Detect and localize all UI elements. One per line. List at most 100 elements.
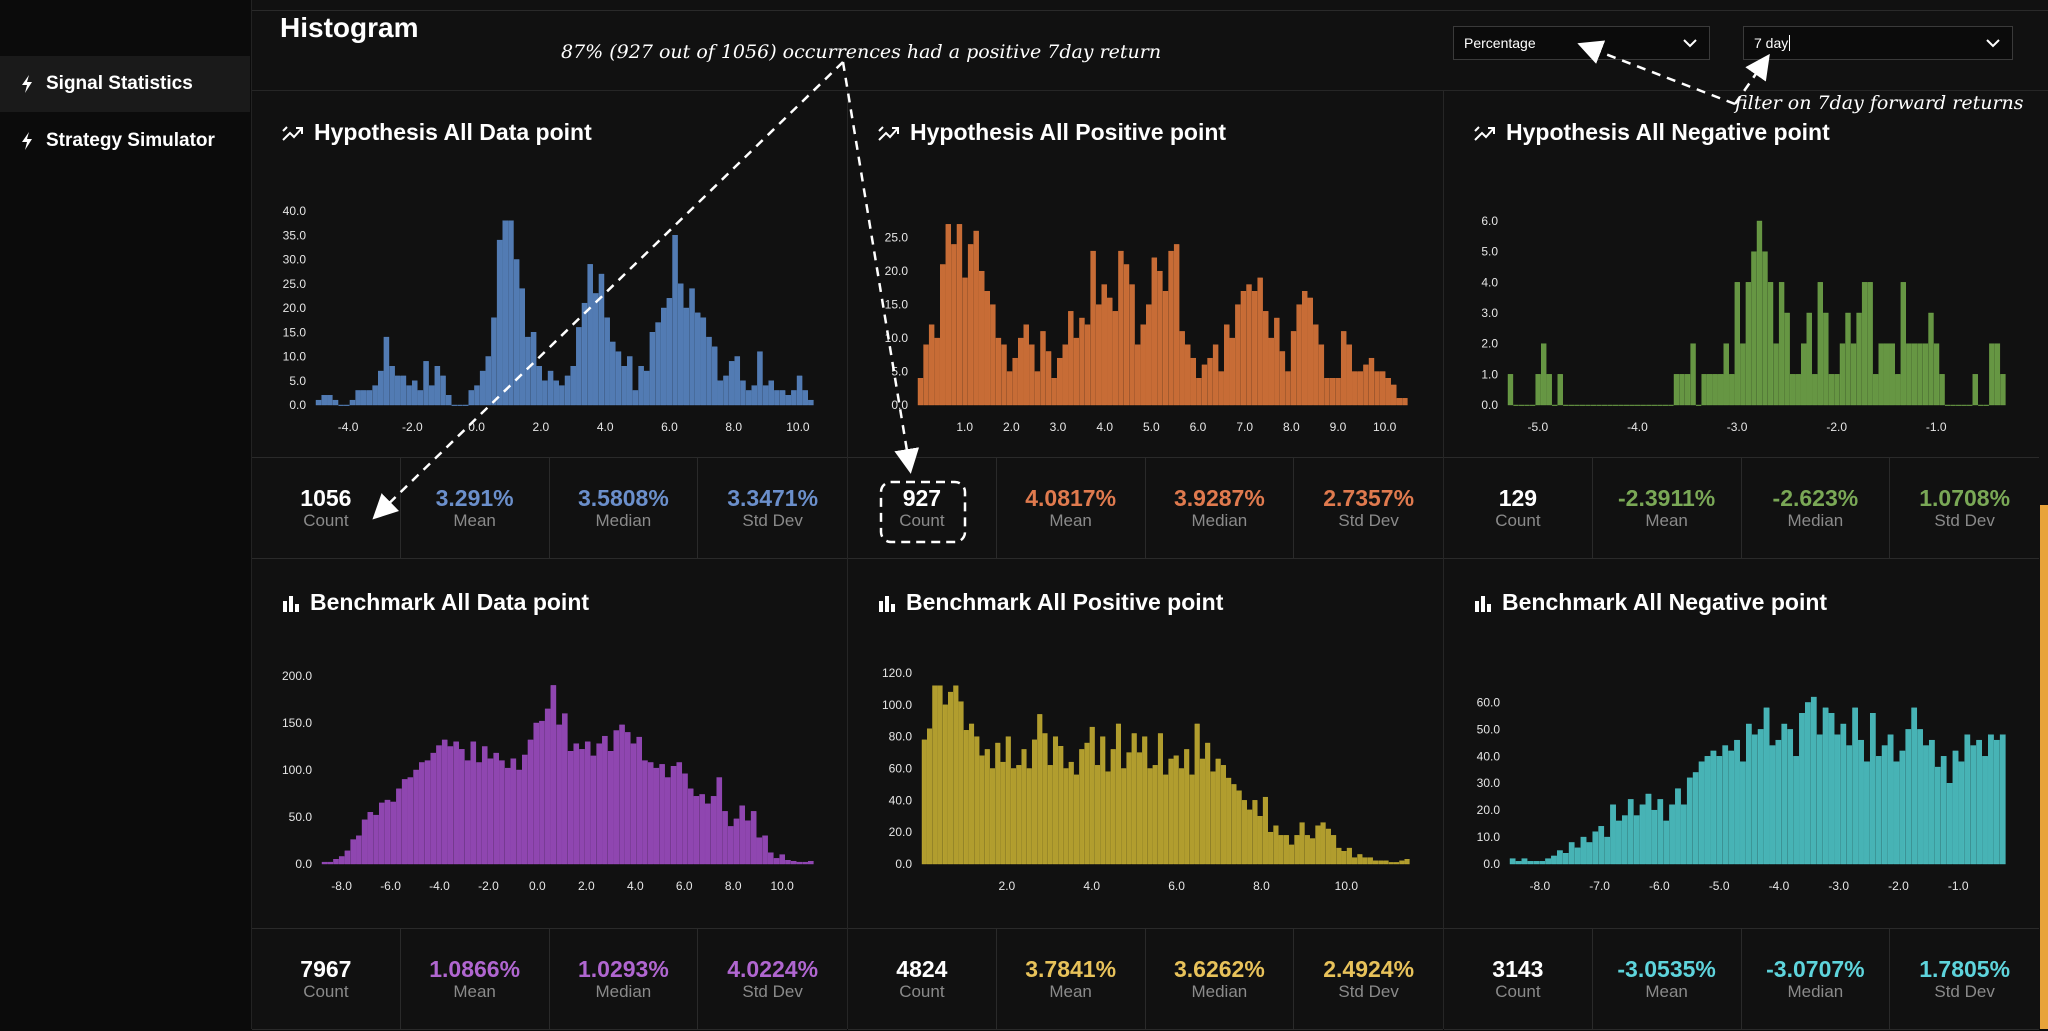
histogram-bar (1867, 282, 1873, 406)
histogram-bar (344, 850, 351, 865)
stat-median: 1.0293% Median (550, 929, 699, 1029)
histogram-bar (937, 685, 943, 865)
histogram-bar (693, 796, 700, 865)
histogram-bar (1107, 297, 1113, 406)
histogram-bar (1861, 282, 1868, 406)
y-tick-label: 100.0 (282, 763, 312, 777)
histogram-bar (1618, 404, 1624, 406)
histogram-bar (683, 307, 690, 406)
histogram-bar (934, 337, 940, 406)
histogram-bar (1999, 734, 2006, 865)
histogram-bar (1551, 855, 1557, 865)
histogram-bar (1806, 312, 1812, 406)
stat-label: Mean (1645, 982, 1688, 1001)
histogram-bar (436, 745, 442, 865)
histogram-bar (1922, 343, 1929, 406)
histogram-bar (642, 760, 648, 865)
histogram-bar (636, 736, 642, 865)
histogram-bar (1329, 378, 1336, 406)
y-tick-label: 60.0 (1477, 695, 1501, 709)
histogram-bar (722, 811, 728, 865)
histogram-bar (1834, 374, 1840, 406)
main-content: Histogram Percentage 7 day Hypothesis Al… (252, 0, 2048, 1030)
histogram-bar (1723, 343, 1729, 406)
stat-value: 3.6262% (1173, 956, 1265, 982)
histogram-bar (1201, 364, 1208, 406)
histogram-bar (1000, 761, 1006, 865)
histogram-bar (1767, 282, 1774, 406)
histogram-bar (587, 264, 593, 406)
histogram-bar (479, 370, 486, 406)
histogram-bar (1864, 761, 1870, 865)
histogram-bar (1623, 404, 1630, 406)
x-tick-label: 6.0 (676, 879, 693, 893)
histogram-bar (389, 366, 395, 406)
x-tick-label: -4.0 (338, 420, 359, 434)
histogram-bar (1385, 378, 1391, 406)
histogram-bar (1252, 800, 1258, 865)
histogram-bar (373, 814, 379, 865)
bolt-icon (22, 132, 32, 150)
stat-label: Std Dev (1934, 511, 1995, 530)
histogram-bar (1933, 343, 1940, 406)
scrollbar-thumb[interactable] (2040, 505, 2048, 1029)
histogram-bar (750, 811, 757, 865)
histogram-bar (485, 356, 492, 406)
y-tick-label: 200.0 (282, 669, 312, 683)
x-tick-label: 8.0 (1253, 879, 1270, 893)
histogram-bar (1394, 862, 1400, 865)
histogram-bar (716, 777, 723, 865)
histogram-bar (940, 264, 946, 406)
histogram-bar (1140, 324, 1146, 406)
divider (252, 10, 2048, 11)
histogram-chart: 0.0 20.0 40.0 60.0 80.0 100.0 120.0 2.0 4.0 6.0 8.… (882, 666, 1410, 893)
histogram-bar (576, 327, 582, 406)
sidebar-item-strategy-simulator[interactable]: Strategy Simulator (0, 113, 250, 169)
histogram-bar (1018, 337, 1024, 406)
histogram-bar (917, 378, 924, 406)
histogram-bar (1240, 291, 1247, 406)
histogram-bar (984, 291, 990, 406)
histogram-bar (493, 752, 499, 865)
y-tick-label: 25.0 (283, 277, 307, 291)
histogram-bar (1151, 257, 1158, 406)
histogram-bar (1079, 317, 1085, 406)
histogram-bar (333, 859, 339, 865)
histogram-bar (1006, 371, 1013, 406)
stat-count: 7967 Count (252, 929, 401, 1029)
stat-mean: 4.0817% Mean (997, 458, 1146, 558)
histogram-bar (1379, 371, 1386, 406)
histogram-bar (573, 743, 580, 865)
histogram-bar (802, 861, 808, 865)
histogram-bar (1274, 317, 1280, 406)
stat-value: 7967 (300, 956, 352, 982)
histogram-bar (584, 741, 591, 865)
histogram-bar (1639, 804, 1646, 865)
histogram-bar (1391, 384, 1397, 406)
histogram-bar (1163, 774, 1169, 865)
histogram-bar (1302, 291, 1308, 406)
histogram-bar (1346, 847, 1352, 865)
histogram-bar (424, 760, 431, 865)
sidebar-item-signal-statistics[interactable]: Signal Statistics (0, 56, 250, 112)
histogram-bar (1063, 768, 1069, 865)
y-tick-label: 1.0 (1481, 367, 1498, 381)
stat-mean: 1.0866% Mean (401, 929, 550, 1029)
stat-label: Median (1787, 511, 1844, 530)
histogram-bar (413, 769, 419, 865)
histogram-bar (1722, 745, 1729, 865)
histogram-bar (1822, 707, 1829, 865)
period-select[interactable]: 7 day (1743, 26, 2013, 60)
histogram-bar (1374, 371, 1380, 406)
histogram-bar (969, 723, 975, 865)
histogram-bar (1173, 755, 1179, 865)
histogram-bar (1944, 404, 1951, 406)
histogram-bar (1236, 790, 1242, 865)
y-tick-label: 0.0 (1483, 857, 1500, 871)
histogram-bar (1042, 733, 1048, 865)
histogram-bar (1040, 331, 1046, 406)
mode-select[interactable]: Percentage (1453, 26, 1710, 60)
y-tick-label: 5.0 (891, 365, 908, 379)
stat-mean: 3.291% Mean (401, 458, 550, 558)
y-tick-label: 20.0 (889, 825, 913, 839)
